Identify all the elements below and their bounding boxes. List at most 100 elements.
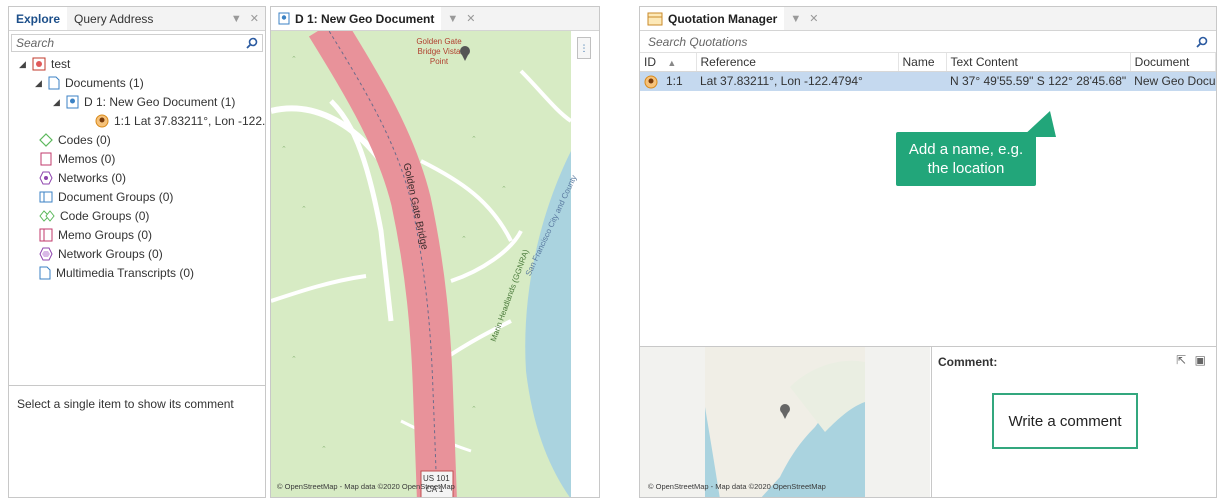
- memo-group-icon: [39, 228, 53, 242]
- tree-item-memo-groups[interactable]: Memo Groups (0): [39, 226, 152, 244]
- network-group-icon: [39, 247, 53, 261]
- tree-label: 1:1 Lat 37.83211°, Lon -122.4: [114, 114, 266, 128]
- cell-id-text: 1:1: [666, 73, 683, 88]
- svg-text:⌃: ⌃: [501, 186, 507, 193]
- close-icon[interactable]: ✕: [250, 12, 259, 25]
- comment-callout-text: Write a comment: [1008, 412, 1122, 430]
- column-header-reference[interactable]: Reference: [696, 53, 899, 72]
- column-label: ID: [644, 54, 656, 69]
- tree-label: Documents (1): [65, 76, 144, 90]
- tree-item-document-groups[interactable]: Document Groups (0): [39, 188, 173, 206]
- search-icon[interactable]: [246, 37, 258, 49]
- transcript-icon: [39, 266, 51, 280]
- add-name-callout: Add a name, e.g. the location: [896, 132, 1036, 186]
- tree-label: Network Groups (0): [58, 247, 163, 261]
- geo-document-icon: [66, 95, 79, 109]
- document-icon: [48, 76, 60, 90]
- cell-text-content: N 37° 49'55.59" S 122° 28'45.68": [950, 74, 1127, 89]
- column-header-text-content[interactable]: Text Content: [946, 53, 1131, 72]
- comment-callout[interactable]: Write a comment: [992, 393, 1138, 449]
- tab-document[interactable]: D 1: New Geo Document: [271, 7, 442, 30]
- tree-item-network-groups[interactable]: Network Groups (0): [39, 245, 163, 263]
- map-attribution: © OpenStreetMap - Map data ©2020 OpenStr…: [277, 482, 455, 491]
- column-header-id[interactable]: ID ▲: [640, 53, 697, 72]
- world-map-canvas[interactable]: [640, 347, 930, 498]
- tree-label: Memo Groups (0): [58, 228, 153, 242]
- svg-text:⌃: ⌃: [321, 446, 327, 453]
- dropdown-icon[interactable]: ▼: [790, 13, 801, 25]
- callout-text: Add a name, e.g. the location: [908, 141, 1024, 177]
- search-input[interactable]: Search: [11, 34, 263, 52]
- memo-icon: [39, 152, 53, 166]
- map-toolbar-icon[interactable]: ⋮: [577, 37, 591, 59]
- dropdown-icon[interactable]: ▼: [231, 13, 242, 25]
- svg-text:⌃: ⌃: [291, 356, 297, 363]
- tree-label: D 1: New Geo Document (1): [84, 95, 236, 109]
- tab-quotation-manager[interactable]: Quotation Manager: [640, 7, 785, 30]
- tree-item-networks[interactable]: Networks (0): [39, 169, 126, 187]
- quotation-manager-icon: [647, 12, 663, 26]
- quotation-pin-icon: [644, 75, 658, 89]
- search-placeholder: Search: [16, 36, 55, 50]
- map-label-poi: Golden Gate Bridge Vista Point: [416, 37, 462, 66]
- quotation-pane: Quotation Manager ▼ ✕ Search Quotations …: [639, 6, 1217, 498]
- cell-document: New Geo Docu: [1134, 74, 1216, 89]
- preview-map-attribution: © OpenStreetMap - Map data ©2020 OpenStr…: [648, 482, 826, 491]
- column-header-document[interactable]: Document: [1130, 53, 1216, 72]
- expand-arrow-icon[interactable]: ◢: [19, 59, 27, 70]
- document-group-icon: [39, 190, 53, 204]
- expand-arrow-icon[interactable]: ◢: [53, 97, 61, 108]
- tree-label: Codes (0): [58, 133, 111, 147]
- quotation-search-input[interactable]: Search Quotations: [640, 31, 1216, 53]
- tab-query-address[interactable]: Query Address: [67, 7, 160, 30]
- tree-item-documents[interactable]: ◢ Documents (1): [35, 74, 144, 92]
- tree-label: Multimedia Transcripts (0): [56, 266, 195, 280]
- document-tabbar: D 1: New Geo Document ▼ ✕: [271, 7, 599, 31]
- comment-panel: Comment: ⇱ ▣ Write a comment: [931, 347, 1216, 497]
- tree-label: Memos (0): [58, 152, 116, 166]
- expand-arrow-icon[interactable]: ◢: [35, 78, 43, 89]
- open-editor-icon[interactable]: ⇱: [1176, 353, 1186, 367]
- preview-map[interactable]: © OpenStreetMap - Map data ©2020 OpenStr…: [640, 347, 930, 497]
- close-icon[interactable]: ✕: [466, 12, 475, 25]
- tree-item-code-groups[interactable]: Code Groups (0): [39, 207, 149, 225]
- quotation-pin-icon: [95, 114, 109, 128]
- column-header-name[interactable]: Name: [898, 53, 947, 72]
- table-header-row: ID ▲ Reference Name Text Content Documen…: [640, 53, 1216, 72]
- search-placeholder: Search Quotations: [648, 34, 748, 49]
- tree-item-document[interactable]: ◢ D 1: New Geo Document (1): [53, 93, 235, 111]
- explore-tabbar: Explore Query Address ▼ ✕: [9, 7, 265, 31]
- tree-item-memos[interactable]: Memos (0): [39, 150, 115, 168]
- network-icon: [39, 171, 53, 185]
- cell-reference: Lat 37.83211°, Lon -122.4794°: [700, 74, 863, 89]
- tree-label: Document Groups (0): [58, 190, 174, 204]
- code-group-icon: [39, 209, 55, 223]
- search-icon[interactable]: [1196, 36, 1208, 48]
- sort-asc-icon[interactable]: ▲: [667, 58, 676, 68]
- tree-item-root[interactable]: ◢ test: [19, 55, 70, 73]
- svg-text:⌃: ⌃: [471, 136, 477, 143]
- table-row[interactable]: 1:1 Lat 37.83211°, Lon -122.4794° N 37° …: [640, 71, 1216, 91]
- tree-label: Code Groups (0): [60, 209, 150, 223]
- tree-label: Networks (0): [58, 171, 127, 185]
- close-icon[interactable]: ✕: [809, 12, 818, 25]
- cell-id: 1:1: [640, 71, 696, 91]
- svg-text:⌃: ⌃: [291, 56, 297, 63]
- tree-item-multimedia-transcripts[interactable]: Multimedia Transcripts (0): [39, 264, 194, 282]
- project-tree: ◢ test ◢ Documents (1) ◢ D 1: New Geo Do…: [9, 55, 265, 415]
- save-icon[interactable]: ▣: [1195, 353, 1206, 367]
- svg-text:⌃: ⌃: [281, 146, 287, 153]
- quotation-tabbar: Quotation Manager ▼ ✕: [640, 7, 1216, 31]
- quotation-table: ID ▲ Reference Name Text Content Documen…: [640, 53, 1216, 91]
- tab-label: D 1: New Geo Document: [295, 11, 435, 26]
- geo-map[interactable]: ⌃ ⌃ ⌃ ⌃ ⌃ ⌃ ⌃ ⌃ ⌃ Golden Gate Bridge Vista Poi…: [271, 31, 579, 498]
- map-canvas[interactable]: ⌃ ⌃ ⌃ ⌃ ⌃ ⌃ ⌃ ⌃ ⌃: [271, 31, 571, 498]
- tab-explore[interactable]: Explore: [9, 7, 68, 30]
- comment-hint: Select a single item to show its comment: [17, 397, 234, 411]
- tab-label: Quotation Manager: [668, 11, 778, 26]
- dropdown-icon[interactable]: ▼: [447, 13, 458, 25]
- document-pane: D 1: New Geo Document ▼ ✕ ⌃ ⌃ ⌃ ⌃ ⌃ ⌃ ⌃ …: [270, 6, 600, 498]
- tree-item-codes[interactable]: Codes (0): [39, 131, 111, 149]
- tree-item-quotation[interactable]: 1:1 Lat 37.83211°, Lon -122.4: [95, 112, 266, 130]
- cell-name[interactable]: [898, 71, 946, 91]
